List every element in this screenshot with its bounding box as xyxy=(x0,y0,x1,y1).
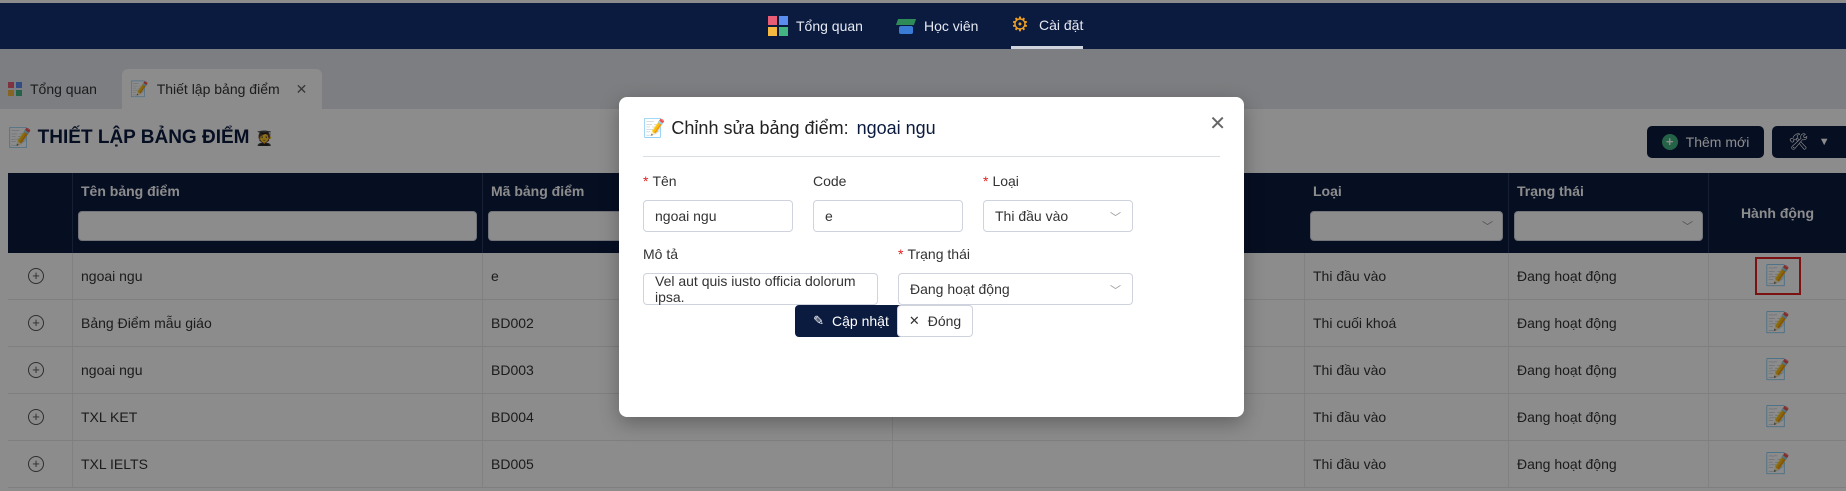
status-label: * Trạng thái xyxy=(898,246,970,262)
name-input[interactable]: ngoai ngu xyxy=(643,200,793,232)
description-input[interactable]: Vel aut quis iusto officia dolorum ipsa. xyxy=(643,273,878,305)
close-button-label: Đóng xyxy=(927,313,962,329)
close-icon[interactable]: ✕ xyxy=(1209,111,1226,136)
name-label: * Tên xyxy=(643,173,677,189)
close-icon: ✕ xyxy=(908,313,920,328)
description-label: Mô tả xyxy=(643,246,679,262)
nav-item-label: Học viên xyxy=(924,18,979,34)
required-mark: * xyxy=(898,246,904,262)
student-icon xyxy=(896,16,916,36)
dashboard-icon xyxy=(768,16,788,36)
type-label: * Loại xyxy=(983,173,1019,189)
status-label-text: Trạng thái xyxy=(907,246,970,262)
required-mark: * xyxy=(643,173,649,189)
type-select[interactable]: Thi đầu vào ﹀ xyxy=(983,200,1133,232)
required-mark: * xyxy=(983,173,989,189)
nav-item-label: Cài đặt xyxy=(1039,16,1084,33)
memo-icon: 📝 xyxy=(643,118,666,138)
update-button-label: Cập nhật xyxy=(832,313,889,329)
top-navigation: Tổng quan Học viên ⚙ Cài đặt xyxy=(0,0,1846,49)
chevron-down-icon: ﹀ xyxy=(1110,212,1121,224)
status-select[interactable]: Đang hoạt động ﹀ xyxy=(898,273,1133,305)
close-button[interactable]: ✕ Đóng xyxy=(897,305,973,337)
modal-title-prefix: Chỉnh sửa bảng điểm: xyxy=(671,118,849,138)
edit-score-modal: 📝 Chỉnh sửa bảng điểm: ngoai ngu ✕ * Tên … xyxy=(619,97,1244,417)
update-button[interactable]: ✎ Cập nhật xyxy=(795,305,907,337)
modal-title-name: ngoai ngu xyxy=(856,118,936,138)
nav-item-settings[interactable]: ⚙ Cài đặt xyxy=(1011,3,1084,49)
nav-item-label: Tổng quan xyxy=(796,18,863,34)
code-label: Code xyxy=(813,173,847,189)
type-select-value: Thi đầu vào xyxy=(995,208,1069,224)
edit-pen-icon: ✎ xyxy=(813,313,825,328)
status-select-value: Đang hoạt động xyxy=(910,281,1010,297)
name-label-text: Tên xyxy=(652,173,677,189)
chevron-down-icon: ﹀ xyxy=(1110,285,1121,297)
description-input-value: Vel aut quis iusto officia dolorum ipsa. xyxy=(655,273,856,305)
nav-item-overview[interactable]: Tổng quan xyxy=(768,3,863,49)
name-input-value: ngoai ngu xyxy=(655,208,717,224)
type-label-text: Loại xyxy=(992,173,1019,189)
gear-icon: ⚙ xyxy=(1011,13,1029,36)
modal-title: 📝 Chỉnh sửa bảng điểm: ngoai ngu xyxy=(643,118,936,139)
code-input-value: e xyxy=(825,208,833,224)
nav-item-students[interactable]: Học viên xyxy=(896,3,978,49)
divider xyxy=(643,156,1220,157)
modal-backdrop[interactable]: 📝 Chỉnh sửa bảng điểm: ngoai ngu ✕ * Tên … xyxy=(0,49,1846,491)
code-input[interactable]: e xyxy=(813,200,963,232)
